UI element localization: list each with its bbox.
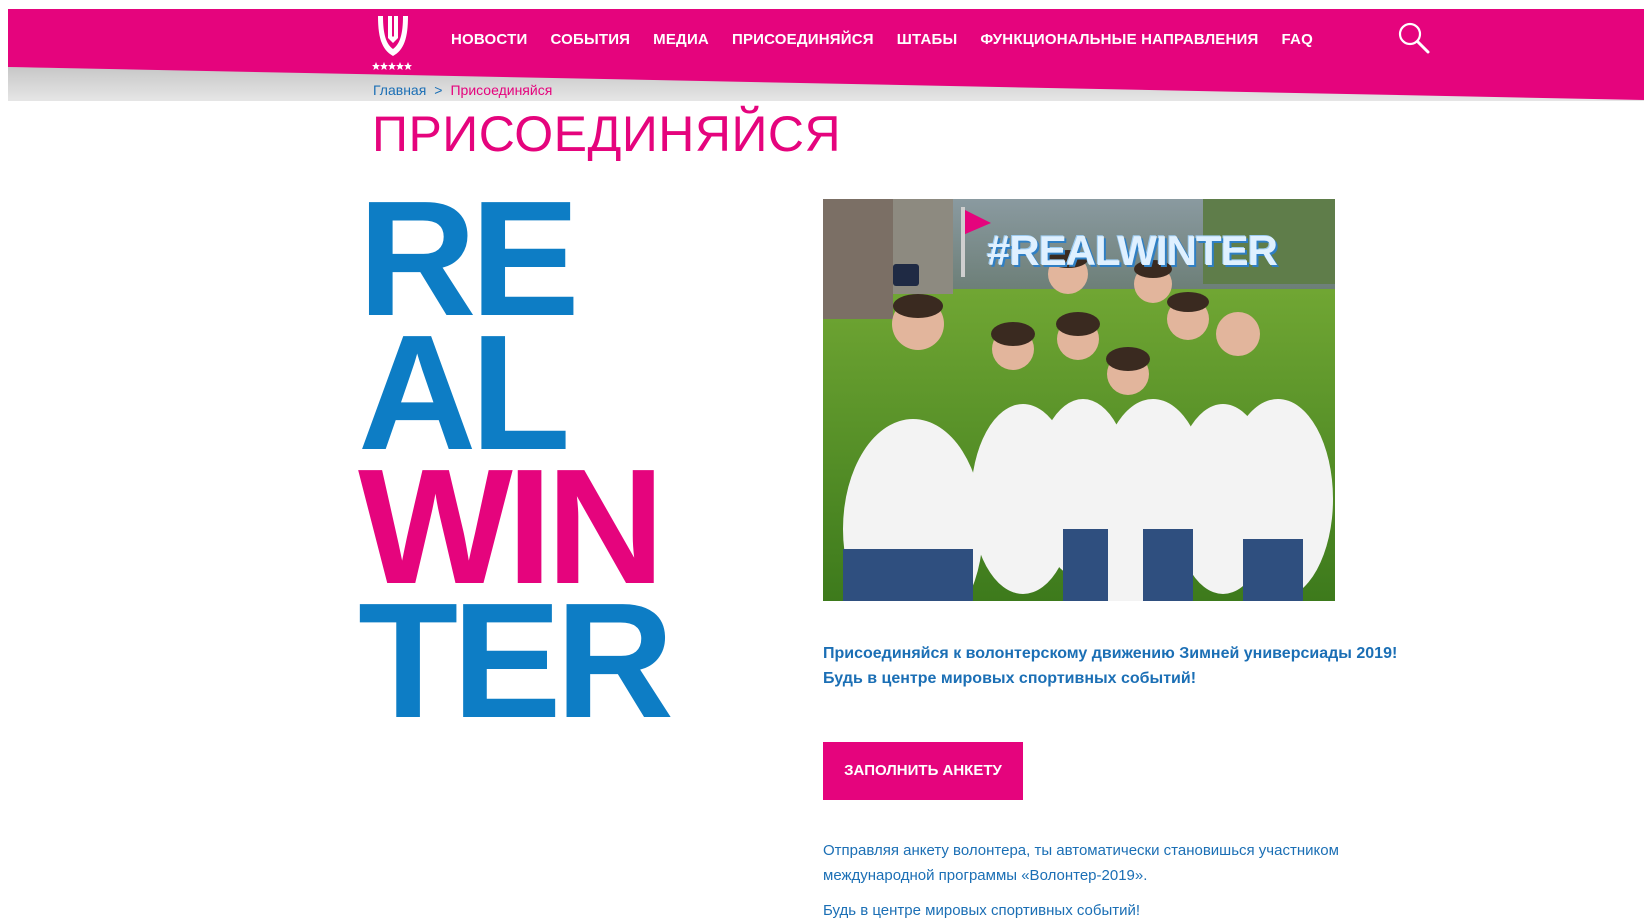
page: НОВОСТИ СОБЫТИЯ МЕДИА ПРИСОЕДИНЯЙСЯ ШТАБ…	[0, 0, 1644, 919]
breadcrumb-home-link[interactable]: Главная	[373, 82, 426, 98]
lead-text: Присоединяйся к волонтерскому движению З…	[823, 645, 1398, 687]
nav-item-media[interactable]: МЕДИА	[653, 28, 709, 52]
big-lettering-ter: TER	[358, 569, 674, 752]
hero-photo: #REALWINTER	[823, 199, 1335, 601]
page-title: ПРИСОЕДИНЯЙСЯ	[372, 106, 842, 162]
nav-item-events[interactable]: СОБЫТИЯ	[550, 28, 630, 52]
nav-item-headquarters[interactable]: ШТАБЫ	[897, 28, 958, 52]
fill-form-button[interactable]: ЗАПОЛНИТЬ АНКЕТУ	[823, 742, 1023, 800]
events-note: Будь в центре мировых спортивных событий…	[823, 902, 1141, 919]
nav-item-join[interactable]: ПРИСОЕДИНЯЙСЯ	[732, 28, 874, 52]
volunteer-program-note: Отправляя анкету волонтера, ты автоматич…	[823, 842, 1339, 884]
hero-hashtag: #REALWINTER	[987, 227, 1278, 274]
universiade-logo-icon[interactable]	[372, 12, 414, 72]
breadcrumb-separator: >	[434, 82, 443, 98]
nav-item-functional-areas[interactable]: ФУНКЦИОНАЛЬНЫЕ НАПРАВЛЕНИЯ	[980, 28, 1258, 52]
breadcrumb-current: Присоединяйся	[450, 82, 553, 98]
nav-item-news[interactable]: НОВОСТИ	[451, 28, 527, 52]
main-nav: НОВОСТИ СОБЫТИЯ МЕДИА ПРИСОЕДИНЯЙСЯ ШТАБ…	[451, 28, 1336, 52]
breadcrumb: Главная > Присоединяйся	[373, 80, 552, 100]
nav-item-faq[interactable]: FAQ	[1282, 28, 1313, 52]
search-icon[interactable]	[1396, 20, 1432, 56]
